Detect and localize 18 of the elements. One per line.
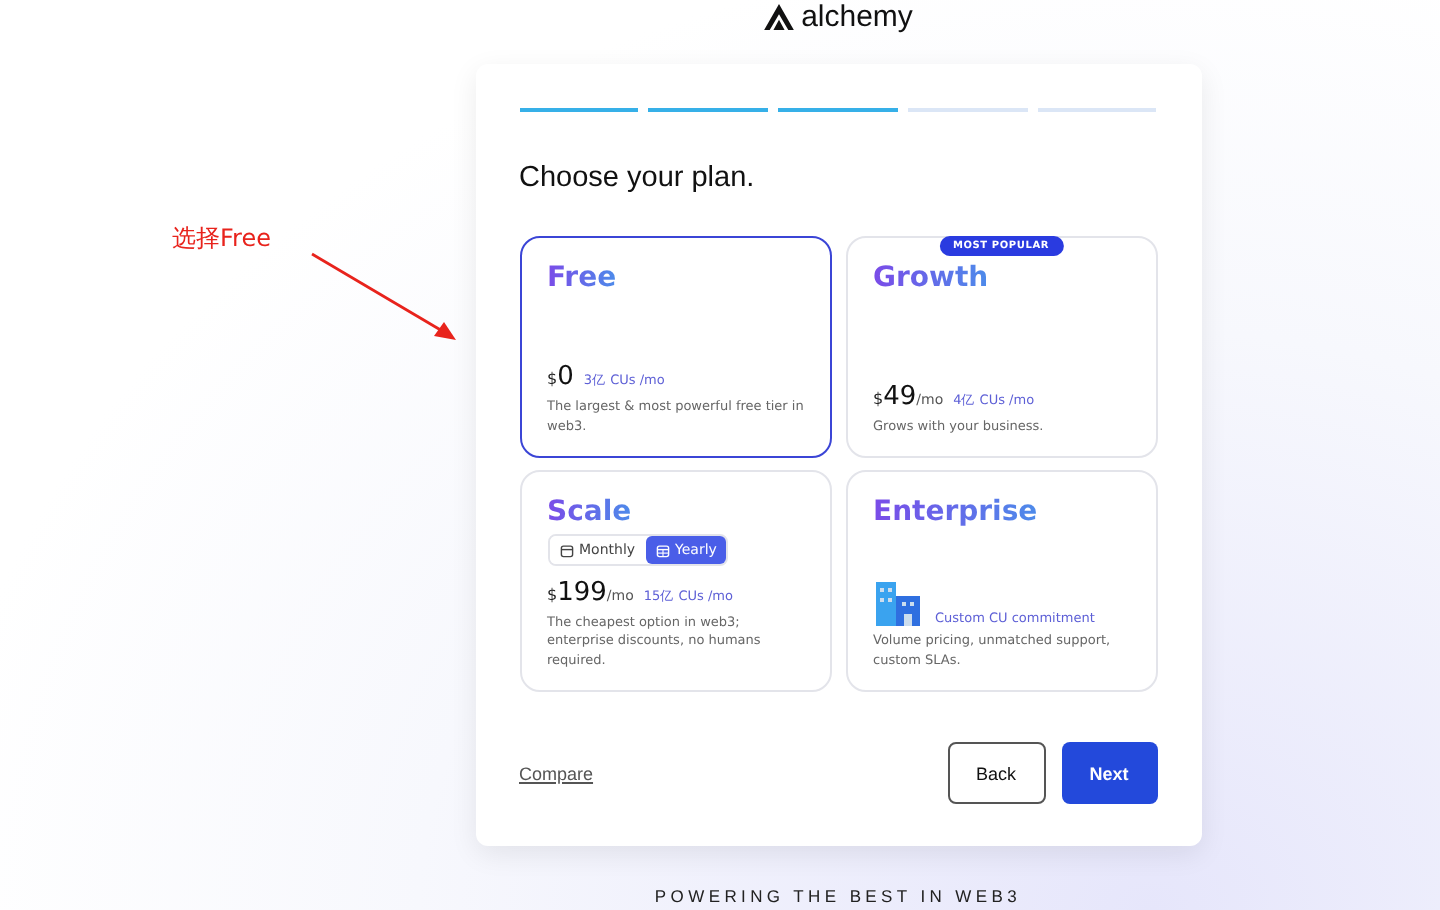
next-button[interactable]: Next — [1061, 742, 1157, 804]
footer-tagline: POWERING THE BEST IN WEB3 — [654, 886, 1022, 906]
currency-sign: $ — [547, 585, 558, 604]
price-amount: 0 — [557, 362, 574, 393]
grid-calendar-icon — [655, 543, 670, 557]
building-icon — [873, 582, 921, 627]
currency-sign: $ — [547, 370, 558, 389]
price-amount: 49 — [883, 381, 917, 412]
logo-icon — [763, 3, 794, 29]
plan-name: Enterprise — [873, 496, 1038, 528]
back-button[interactable]: Back — [947, 742, 1045, 804]
currency-sign: $ — [873, 389, 884, 408]
page-title: Choose your plan. — [519, 162, 757, 194]
compare-link[interactable]: Compare — [519, 763, 594, 783]
calendar-icon — [559, 543, 573, 557]
annotation-text: 选择Free — [172, 224, 271, 252]
logo-text: alchemy — [801, 0, 913, 33]
price-amount: 199 — [557, 577, 607, 608]
